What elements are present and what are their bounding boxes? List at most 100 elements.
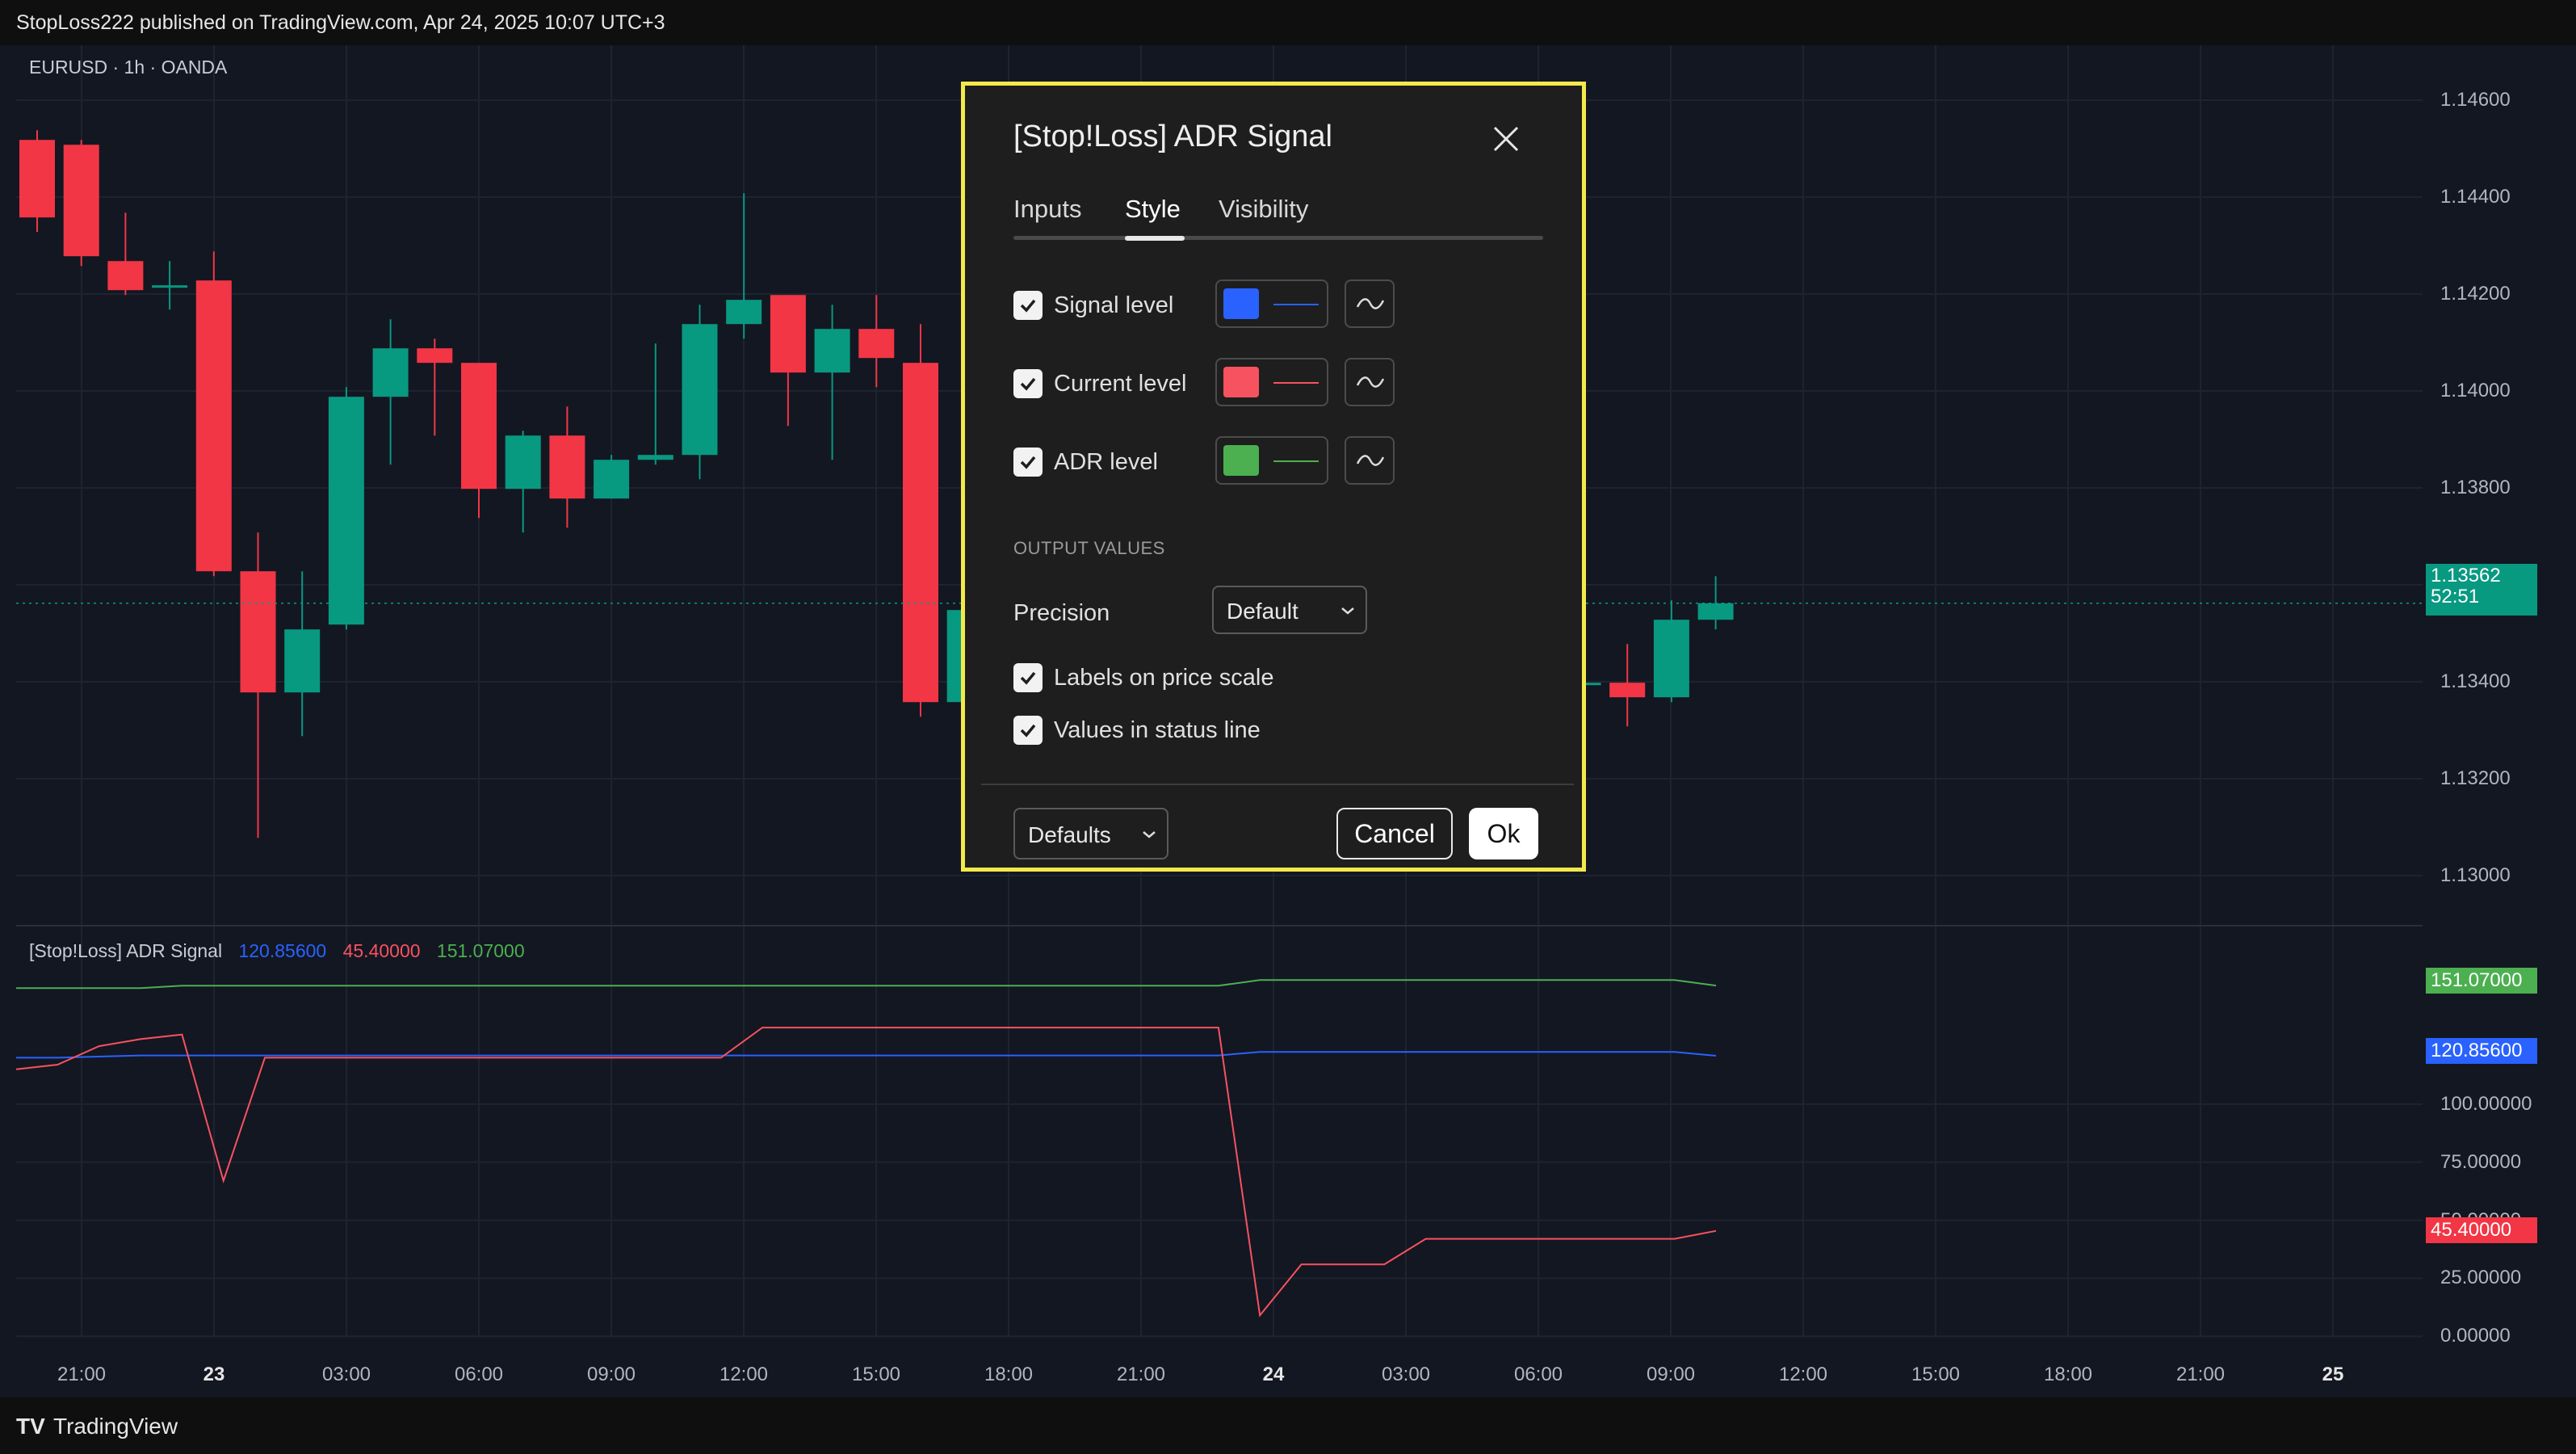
signal-color-picker[interactable] bbox=[1215, 279, 1328, 328]
candle-body bbox=[549, 435, 585, 499]
ok-button[interactable]: Ok bbox=[1469, 808, 1538, 859]
check-icon bbox=[1020, 377, 1036, 391]
values-in-status-line-checkbox[interactable] bbox=[1013, 716, 1043, 745]
line-wave-icon bbox=[1356, 376, 1385, 388]
indicator-tick-label: 0.00000 bbox=[2440, 1325, 2511, 1347]
current-level-line bbox=[15, 1027, 1717, 1317]
last-price-tag: 1.13562 52:51 bbox=[2426, 564, 2537, 616]
candle-body bbox=[1653, 620, 1689, 698]
time-tick-label: 15:00 bbox=[851, 1364, 901, 1385]
time-tick-label: 21:00 bbox=[57, 1364, 107, 1385]
chevron-down-icon bbox=[1341, 607, 1354, 615]
time-tick-label: 06:00 bbox=[454, 1364, 504, 1385]
defaults-dropdown[interactable]: Defaults bbox=[1013, 808, 1168, 859]
price-tick-label: 1.13200 bbox=[2440, 767, 2511, 789]
time-tick-label: 15:00 bbox=[1911, 1364, 1961, 1385]
indicator-tick-label: 100.00000 bbox=[2440, 1092, 2532, 1115]
values-in-status-line-label: Values in status line bbox=[1054, 717, 1261, 743]
check-icon bbox=[1020, 456, 1036, 469]
signal-line-style bbox=[1273, 304, 1319, 305]
close-icon[interactable] bbox=[1490, 123, 1522, 155]
time-tick-label: 12:00 bbox=[719, 1364, 769, 1385]
price-tick-label: 1.13800 bbox=[2440, 477, 2511, 498]
candle-body bbox=[107, 261, 144, 291]
precision-select[interactable]: Default bbox=[1212, 586, 1367, 634]
adr-level-line bbox=[16, 979, 1717, 990]
candle-body bbox=[19, 140, 55, 218]
indicator-tick-label: 25.00000 bbox=[2440, 1267, 2522, 1289]
candle-body bbox=[328, 397, 364, 625]
price-tick-label: 1.14400 bbox=[2440, 186, 2511, 208]
candle-body bbox=[903, 363, 938, 703]
current-plot-type-button[interactable] bbox=[1345, 358, 1395, 406]
current-tag: 45.40000 bbox=[2426, 1217, 2537, 1243]
signal-level-line bbox=[16, 1051, 1717, 1059]
last-price-value: 1.13562 bbox=[2431, 565, 2501, 586]
signal-value: 120.85600 bbox=[238, 940, 327, 961]
price-tick-label: 1.14000 bbox=[2440, 380, 2511, 401]
candle-body bbox=[63, 145, 99, 257]
footer: TV TradingView bbox=[0, 1397, 2576, 1454]
candle-body bbox=[858, 329, 895, 359]
dialog-divider bbox=[981, 784, 1574, 785]
current-level-checkbox[interactable] bbox=[1013, 369, 1043, 398]
adr-value: 151.07000 bbox=[436, 940, 525, 961]
chevron-down-icon bbox=[1143, 831, 1156, 838]
signal-plot-type-button[interactable] bbox=[1345, 279, 1395, 328]
tab-inputs[interactable]: Inputs bbox=[1013, 195, 1081, 224]
labels-on-price-scale-row: Labels on price scale bbox=[1013, 652, 1433, 700]
candle-body bbox=[726, 300, 762, 325]
price-tick-label: 1.14200 bbox=[2440, 283, 2511, 305]
pane-separator[interactable] bbox=[16, 925, 2423, 927]
adr-level-checkbox[interactable] bbox=[1013, 448, 1043, 477]
signal-level-label: Signal level bbox=[1054, 292, 1174, 318]
indicator-name: [Stop!Loss] ADR Signal bbox=[29, 940, 223, 961]
precision-value: Default bbox=[1227, 599, 1298, 624]
adr-line-style bbox=[1273, 460, 1319, 462]
tab-style[interactable]: Style bbox=[1125, 195, 1181, 224]
price-tick-label: 1.14600 bbox=[2440, 89, 2511, 111]
adr-color-swatch bbox=[1223, 445, 1259, 476]
candle-body bbox=[770, 295, 806, 373]
line-wave-icon bbox=[1356, 298, 1385, 309]
adr-tag: 151.07000 bbox=[2426, 968, 2537, 994]
signal-color-swatch bbox=[1223, 288, 1259, 319]
labels-on-price-scale-checkbox[interactable] bbox=[1013, 663, 1043, 692]
tab-visibility[interactable]: Visibility bbox=[1219, 195, 1308, 224]
time-tick-label: 25 bbox=[2322, 1364, 2344, 1385]
candle-body bbox=[637, 455, 673, 460]
signal-level-checkbox[interactable] bbox=[1013, 291, 1043, 320]
candle-body bbox=[240, 571, 276, 693]
candle-body bbox=[284, 629, 321, 693]
current-level-row: Current level bbox=[1013, 358, 1433, 406]
check-icon bbox=[1020, 299, 1036, 313]
current-color-picker[interactable] bbox=[1215, 358, 1328, 406]
adr-plot-type-button[interactable] bbox=[1345, 436, 1395, 485]
dialog-title: [Stop!Loss] ADR Signal bbox=[1013, 120, 1332, 153]
candle-body bbox=[461, 363, 497, 490]
candle-body bbox=[594, 460, 630, 499]
adr-color-picker[interactable] bbox=[1215, 436, 1328, 485]
values-in-status-line-row: Values in status line bbox=[1013, 704, 1433, 753]
time-tick-label: 21:00 bbox=[1116, 1364, 1166, 1385]
active-tab-indicator bbox=[1125, 236, 1185, 241]
current-color-swatch bbox=[1223, 367, 1259, 397]
cancel-button[interactable]: Cancel bbox=[1336, 808, 1453, 859]
bar-countdown: 52:51 bbox=[2431, 586, 2480, 607]
candle-body bbox=[814, 329, 850, 373]
current-line-style bbox=[1273, 382, 1319, 384]
precision-label: Precision bbox=[1013, 600, 1110, 626]
output-values-header: OUTPUT VALUES bbox=[1013, 538, 1165, 558]
adr-level-label: ADR level bbox=[1054, 449, 1158, 475]
time-tick-label: 09:00 bbox=[1646, 1364, 1696, 1385]
candle-body bbox=[682, 324, 718, 456]
check-icon bbox=[1020, 671, 1036, 685]
current-level-label: Current level bbox=[1054, 371, 1187, 397]
candle-body bbox=[505, 435, 541, 490]
symbol-legend[interactable]: EURUSD · 1h · OANDA bbox=[29, 57, 227, 78]
signal-level-row: Signal level bbox=[1013, 279, 1433, 328]
footer-brand: TradingView bbox=[53, 1414, 178, 1439]
candle-body bbox=[1609, 683, 1646, 698]
time-tick-label: 18:00 bbox=[2043, 1364, 2093, 1385]
indicator-legend[interactable]: [Stop!Loss] ADR Signal 120.85600 45.4000… bbox=[29, 940, 536, 962]
